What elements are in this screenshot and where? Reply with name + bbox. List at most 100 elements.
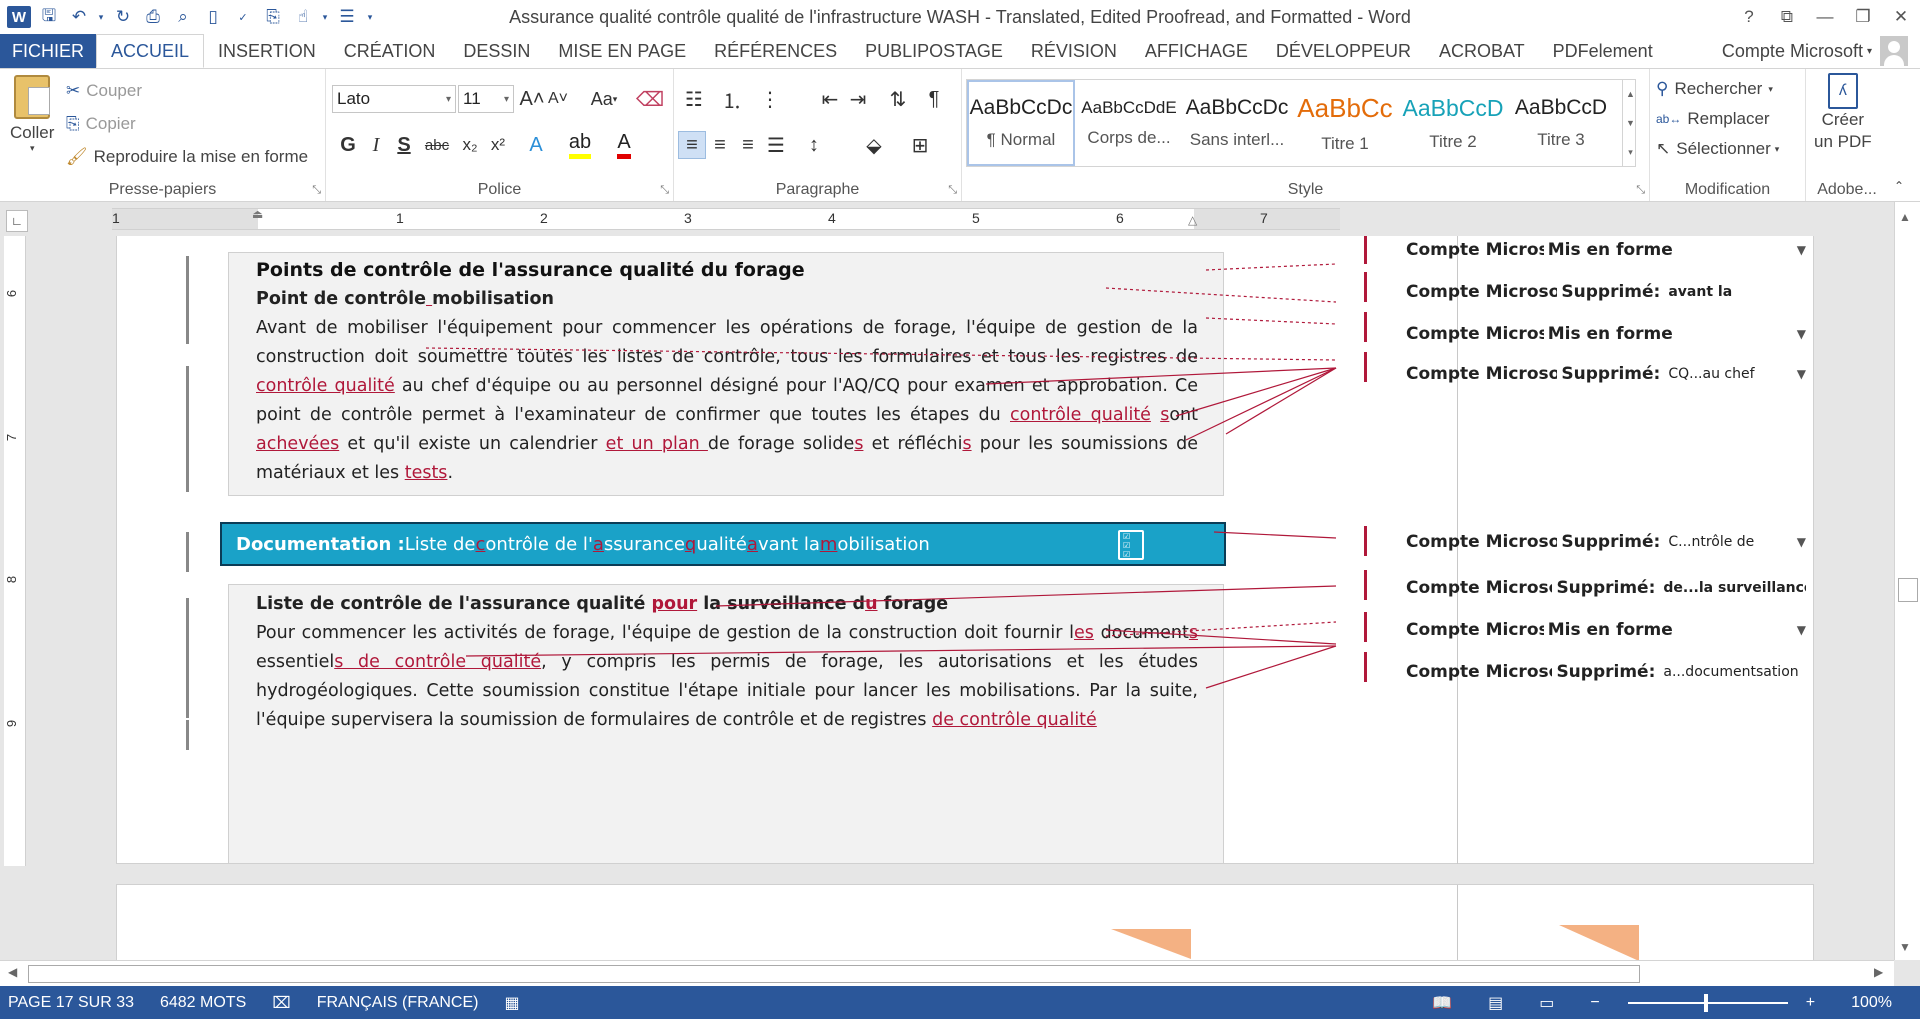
revision-balloon[interactable]: Compte Microso Supprimé: de...la surveilla… — [1406, 578, 1806, 598]
justify-icon[interactable]: ☰ — [762, 131, 790, 159]
horizontal-scrollbar[interactable]: ◀ ▶ — [0, 960, 1894, 986]
replace-button[interactable]: ab↔ Remplacer — [1656, 109, 1770, 129]
tab-acrobat[interactable]: ACROBAT — [1425, 34, 1539, 68]
ribbon-display-icon[interactable]: ⧉ — [1768, 0, 1806, 34]
shrink-font-icon[interactable]: A˅ — [544, 85, 572, 113]
highlight-icon[interactable]: ab — [566, 131, 594, 159]
undo-dropdown-icon[interactable]: ▾ — [94, 2, 108, 32]
style-titre1[interactable]: AaBbCc Titre 1 — [1291, 80, 1399, 166]
align-right-icon[interactable]: ≡ — [734, 131, 762, 159]
tab-creation[interactable]: CRÉATION — [330, 34, 450, 68]
zoom-in-icon[interactable]: + — [1806, 994, 1815, 1012]
format-painter-button[interactable]: 🖌 Reproduire la mise en forme — [66, 147, 308, 167]
zoom-level[interactable]: 100% — [1851, 994, 1892, 1012]
multilevel-list-icon[interactable]: ⋮ — [756, 85, 784, 113]
tab-references[interactable]: RÉFÉRENCES — [700, 34, 851, 68]
strikethrough-button[interactable]: abc — [420, 131, 454, 159]
new-document-icon[interactable]: ▯ — [198, 2, 228, 32]
underline-button[interactable]: S — [390, 131, 418, 159]
tab-selector-icon[interactable]: ∟ — [6, 210, 28, 232]
tab-dessin[interactable]: DESSIN — [449, 34, 544, 68]
word-app-icon[interactable]: W — [4, 2, 34, 32]
tab-accueil[interactable]: ACCUEIL — [96, 34, 205, 68]
chevron-up-icon[interactable]: ▲ — [1626, 89, 1635, 99]
scroll-down-icon[interactable]: ▼ — [1899, 940, 1911, 954]
style-titre3[interactable]: AaBbCcD Titre 3 — [1507, 80, 1615, 166]
dialog-launcher-icon[interactable]: ⤡ — [948, 184, 957, 197]
dialog-launcher-icon[interactable]: ⤡ — [312, 184, 321, 197]
word-count[interactable]: 6482 MOTS — [160, 994, 246, 1012]
balloon-dropdown-icon[interactable]: ▼ — [1797, 623, 1806, 637]
style-sans-interligne[interactable]: AaBbCcDc Sans interl... — [1183, 80, 1291, 166]
documentation-label[interactable]: Documentation : Liste de c ontrôle de l' a… — [220, 522, 1226, 566]
account-menu[interactable]: Compte Microsoft ▾ — [1722, 34, 1908, 68]
horizontal-ruler[interactable]: 1 1 2 3 4 5 6 7 ⏏ △ — [112, 207, 1340, 230]
tab-affichage[interactable]: AFFICHAGE — [1131, 34, 1262, 68]
zoom-slider[interactable] — [1627, 993, 1788, 1012]
scroll-left-icon[interactable]: ◀ — [8, 965, 17, 979]
revision-balloon[interactable]: Compte MicrosoMis en forme ▼ — [1406, 240, 1806, 260]
change-case-button[interactable]: Aa ▾ — [584, 85, 624, 113]
revision-balloon[interactable]: Compte MicrosoMis en forme ▼ — [1406, 324, 1806, 344]
scroll-up-icon[interactable]: ▲ — [1899, 210, 1911, 224]
text-effects-icon[interactable]: A — [522, 131, 550, 159]
align-center-icon[interactable]: ≡ — [706, 131, 734, 159]
bold-button[interactable]: G — [334, 131, 362, 159]
help-button[interactable]: ? — [1730, 0, 1768, 34]
language-indicator[interactable]: FRANÇAIS (FRANCE) — [317, 994, 479, 1012]
revision-balloon[interactable]: Compte Microso Supprimé: C...ntrôle de ▼ — [1406, 532, 1806, 552]
vertical-scrollbar[interactable]: ▲ ▼ — [1894, 202, 1920, 960]
customize-qa-icon[interactable]: ▾ — [362, 2, 378, 32]
font-color-icon[interactable]: A — [610, 131, 638, 159]
print-layout-icon[interactable]: ▤ — [1488, 993, 1503, 1013]
tab-publipostage[interactable]: PUBLIPOSTAGE — [851, 34, 1017, 68]
dialog-launcher-icon[interactable]: ⤡ — [1636, 184, 1645, 197]
decrease-indent-icon[interactable]: ⇤ — [816, 85, 844, 113]
create-pdf-button[interactable]: ʎ Créer un PDF — [1814, 73, 1872, 153]
checkpoint-section[interactable]: Points de contrôle de l'assurance qualit… — [256, 256, 1198, 488]
style-corps[interactable]: AaBbCcDdE Corps de... — [1075, 80, 1183, 166]
tab-pdfelement[interactable]: PDFelement — [1539, 34, 1667, 68]
balloon-dropdown-icon[interactable]: ▼ — [1797, 367, 1806, 381]
grow-font-icon[interactable]: A˄ — [518, 85, 546, 113]
italic-button[interactable]: I — [362, 131, 390, 159]
line-spacing-icon[interactable]: ↕ — [800, 131, 828, 159]
minimize-icon[interactable]: — — [1806, 0, 1844, 34]
font-name-combo[interactable]: Lato ▾ — [332, 85, 456, 113]
subscript-button[interactable]: x₂ — [456, 131, 484, 159]
spellcheck-icon[interactable]: ✓ — [228, 2, 258, 32]
quick-print-icon[interactable]: ⎘ — [258, 2, 288, 32]
chevron-down-icon[interactable]: ▼ — [1626, 118, 1635, 128]
page-view-icon[interactable]: ☰ — [332, 2, 362, 32]
collapse-ribbon-icon[interactable]: ⌃ — [1894, 179, 1904, 193]
cut-button[interactable]: ✂ Couper — [66, 81, 142, 101]
style-normal[interactable]: AaBbCcDc ¶ Normal — [967, 80, 1075, 166]
macro-icon[interactable]: ▦ — [504, 993, 519, 1013]
clear-format-icon[interactable]: ⌫ — [636, 85, 664, 113]
font-size-combo[interactable]: 11 ▾ — [458, 85, 514, 113]
revision-balloon[interactable]: Compte Microso Supprimé: CQ...au chef ▼ — [1406, 364, 1806, 384]
close-icon[interactable]: ✕ — [1882, 0, 1920, 34]
touch-dropdown-icon[interactable]: ▾ — [318, 2, 332, 32]
superscript-button[interactable]: x² — [484, 131, 512, 159]
indent-marker-icon[interactable]: ⏏ — [252, 207, 263, 221]
read-mode-icon[interactable]: 📖 — [1432, 993, 1452, 1013]
tab-fichier[interactable]: FICHIER — [0, 34, 96, 68]
vertical-ruler[interactable]: 6 7 8 9 — [4, 236, 26, 866]
zoom-out-icon[interactable]: − — [1590, 994, 1599, 1012]
increase-indent-icon[interactable]: ⇥ — [844, 85, 872, 113]
style-titre2[interactable]: AaBbCcD Titre 2 — [1399, 80, 1507, 166]
tab-revision[interactable]: RÉVISION — [1017, 34, 1131, 68]
revision-balloon[interactable]: Compte MicrosoMis en forme ▼ — [1406, 620, 1806, 640]
sort-icon[interactable]: ⇅ — [884, 85, 912, 113]
styles-scroll[interactable]: ▲ ▼ ▾ — [1622, 79, 1638, 167]
surveillance-section[interactable]: Liste de contrôle de l'assurance qualité… — [256, 590, 1198, 735]
numbering-icon[interactable]: ⒈ — [718, 85, 746, 113]
align-left-icon[interactable]: ≡ — [678, 131, 706, 159]
redo-icon[interactable]: ↻ — [108, 2, 138, 32]
more-icon[interactable]: ▾ — [1628, 147, 1633, 158]
balloon-dropdown-icon[interactable]: ▼ — [1797, 535, 1806, 549]
proofing-icon[interactable]: ⌧ — [272, 993, 290, 1013]
maximize-icon[interactable]: ❐ — [1844, 0, 1882, 34]
shading-icon[interactable]: ⬙ — [860, 131, 888, 159]
